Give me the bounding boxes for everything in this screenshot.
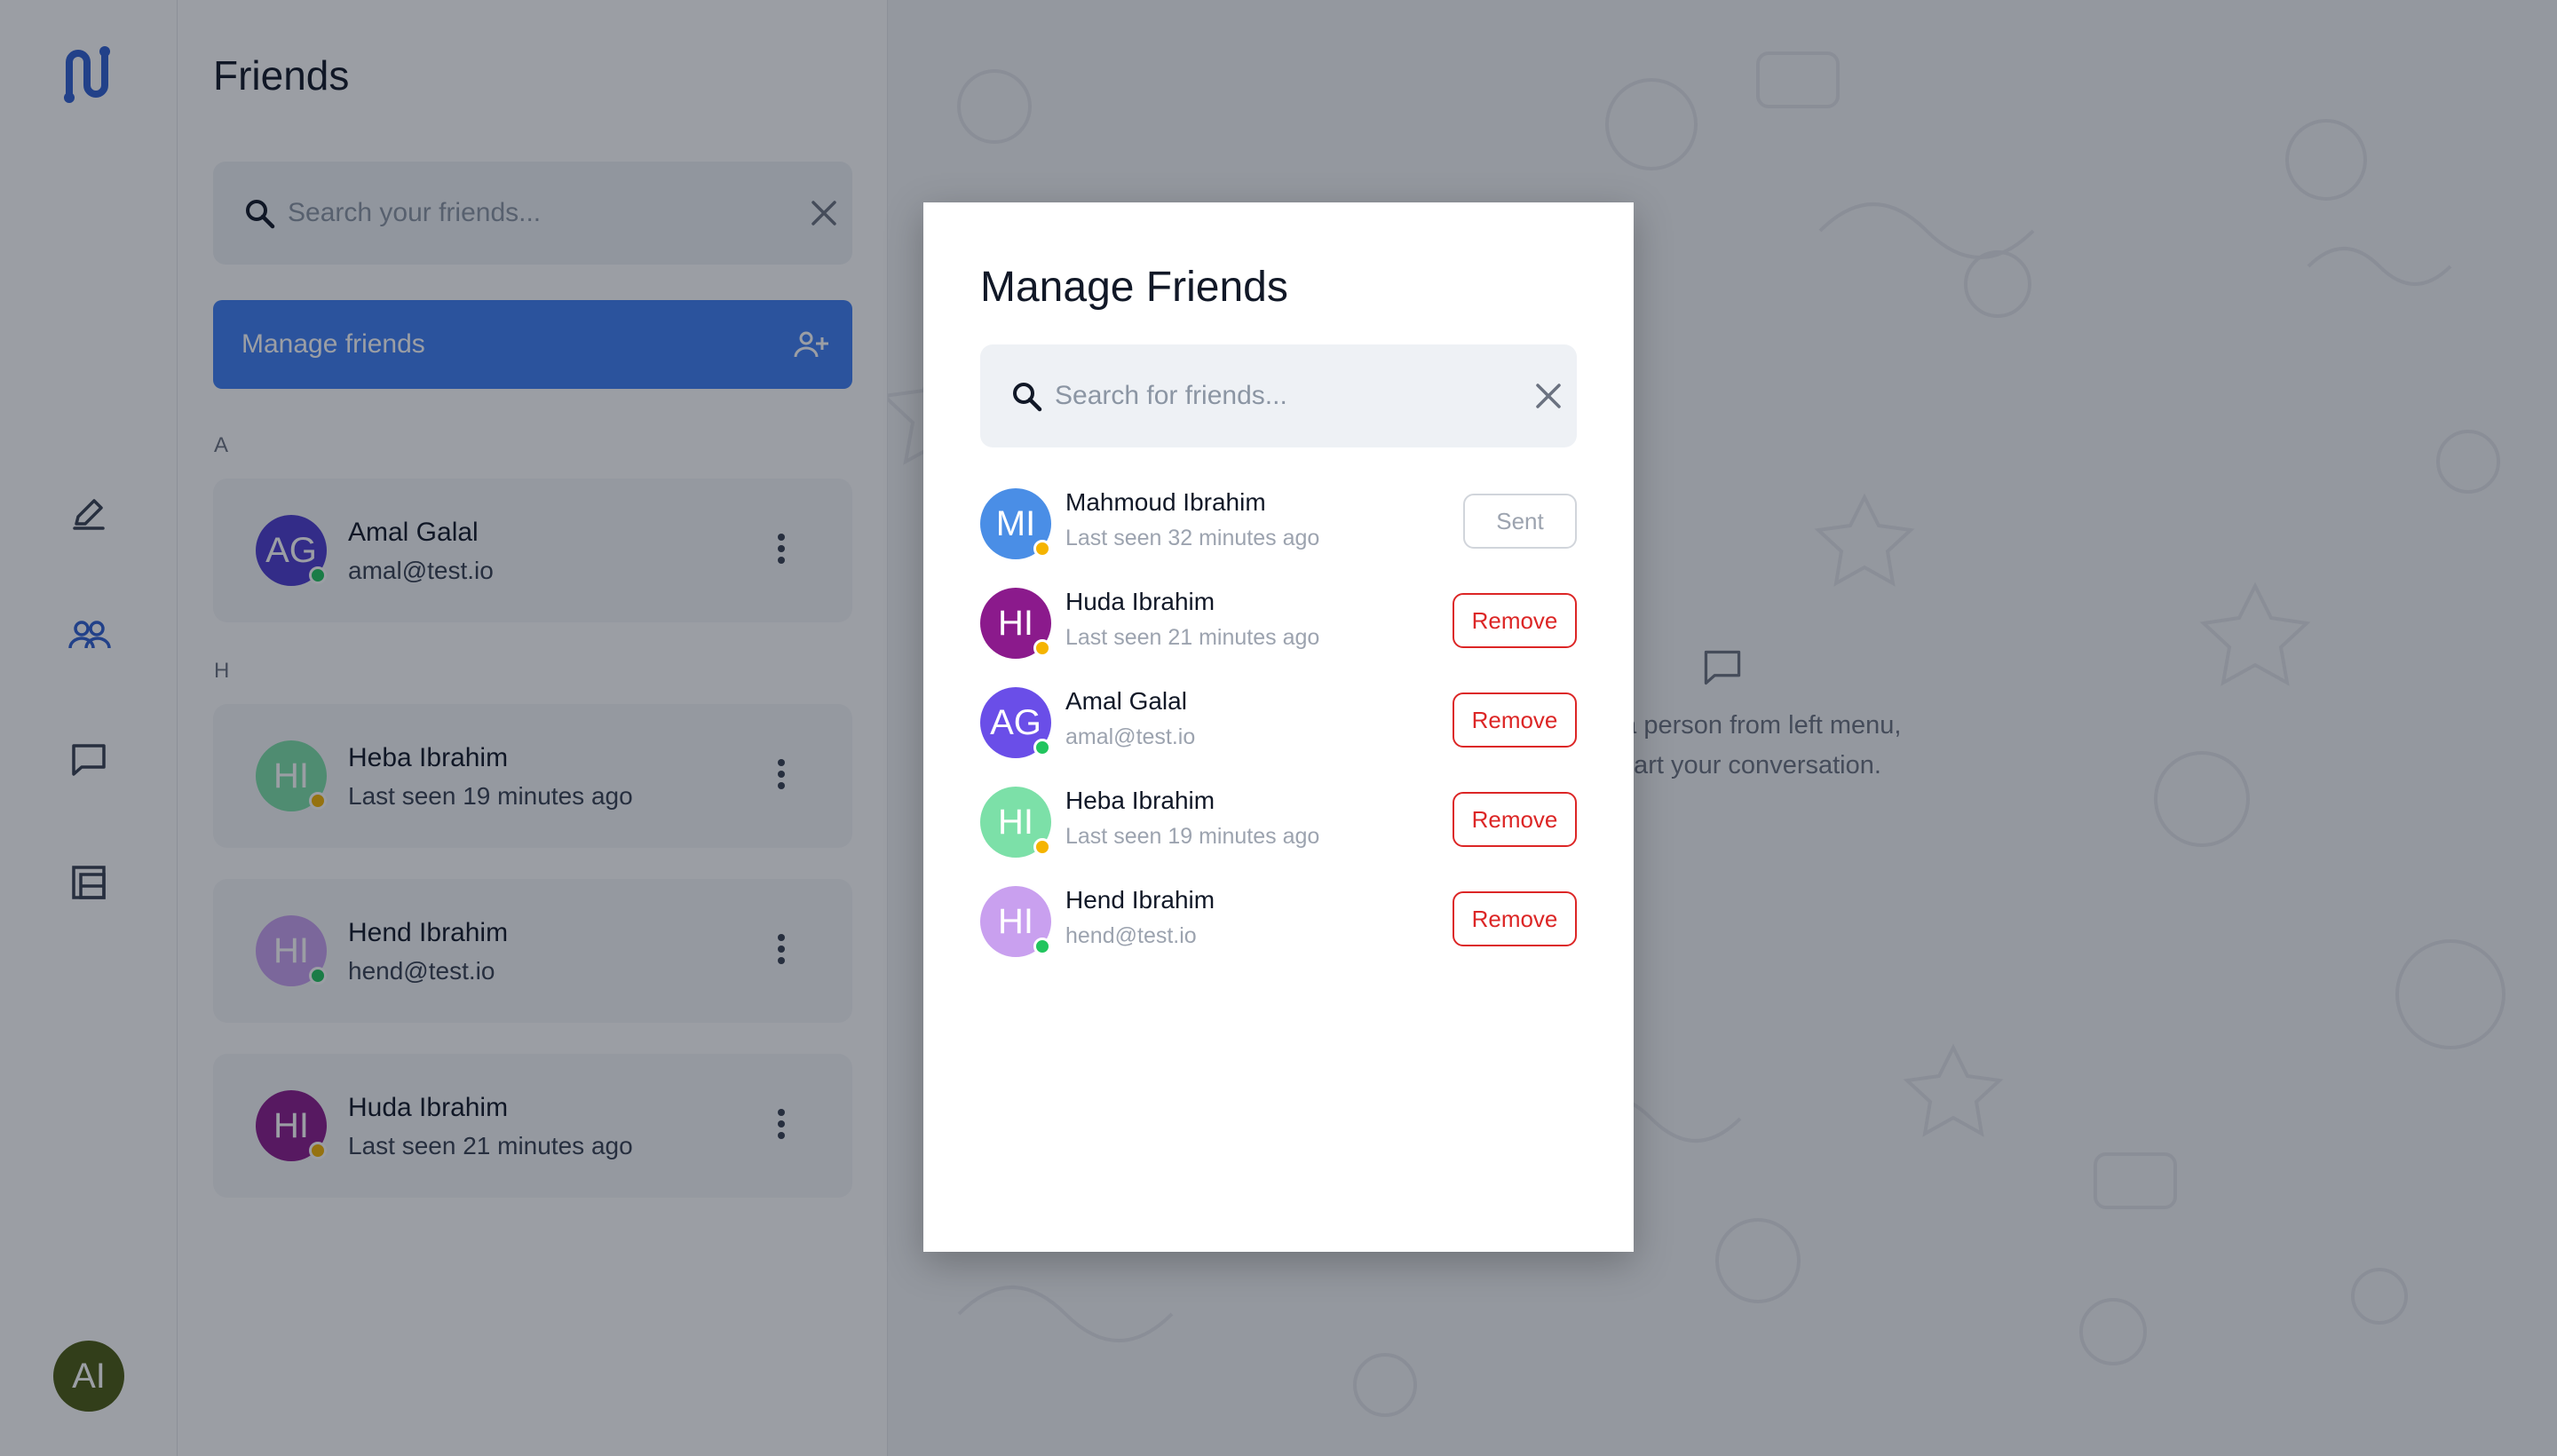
friend-subtitle: amal@test.io [1065,724,1196,749]
modal-friend-row: HI Hend Ibrahim hend@test.io Remove [980,882,1577,962]
friend-name: Huda Ibrahim [1065,588,1215,615]
modal-title: Manage Friends [980,264,1288,311]
remove-button[interactable]: Remove [1453,891,1577,946]
manage-friends-modal: Manage Friends MI Mahmoud Ibrahim Last s… [923,202,1634,1252]
friend-name: Heba Ibrahim [1065,787,1215,814]
remove-button[interactable]: Remove [1453,692,1577,748]
remove-button[interactable]: Remove [1453,593,1577,648]
remove-button[interactable]: Remove [1453,792,1577,847]
status-dot [1033,739,1051,756]
modal-friend-row: HI Huda Ibrahim Last seen 21 minutes ago… [980,584,1577,664]
status-dot [1033,938,1051,955]
friend-name: Hend Ibrahim [1065,886,1215,914]
sent-button[interactable]: Sent [1463,494,1577,549]
status-dot [1033,838,1051,856]
modal-search-box [980,344,1577,447]
modal-friend-row: AG Amal Galal amal@test.io Remove [980,684,1577,764]
status-dot [1033,540,1051,558]
friend-subtitle: Last seen 21 minutes ago [1065,625,1320,650]
friend-name: Amal Galal [1065,687,1187,715]
modal-friend-row: MI Mahmoud Ibrahim Last seen 32 minutes … [980,485,1577,565]
avatar: AG [980,687,1051,758]
modal-friend-row: HI Heba Ibrahim Last seen 19 minutes ago… [980,783,1577,863]
status-dot [1033,639,1051,657]
avatar: HI [980,588,1051,659]
avatar: HI [980,787,1051,858]
avatar: MI [980,488,1051,559]
friend-subtitle: hend@test.io [1065,923,1197,948]
avatar: HI [980,886,1051,957]
modal-search-input[interactable] [1055,344,1516,447]
friend-name: Mahmoud Ibrahim [1065,488,1266,516]
friend-subtitle: Last seen 19 minutes ago [1065,824,1320,849]
friend-subtitle: Last seen 32 minutes ago [1065,526,1320,550]
search-icon [1010,380,1044,418]
clear-search-icon[interactable] [1534,382,1563,415]
